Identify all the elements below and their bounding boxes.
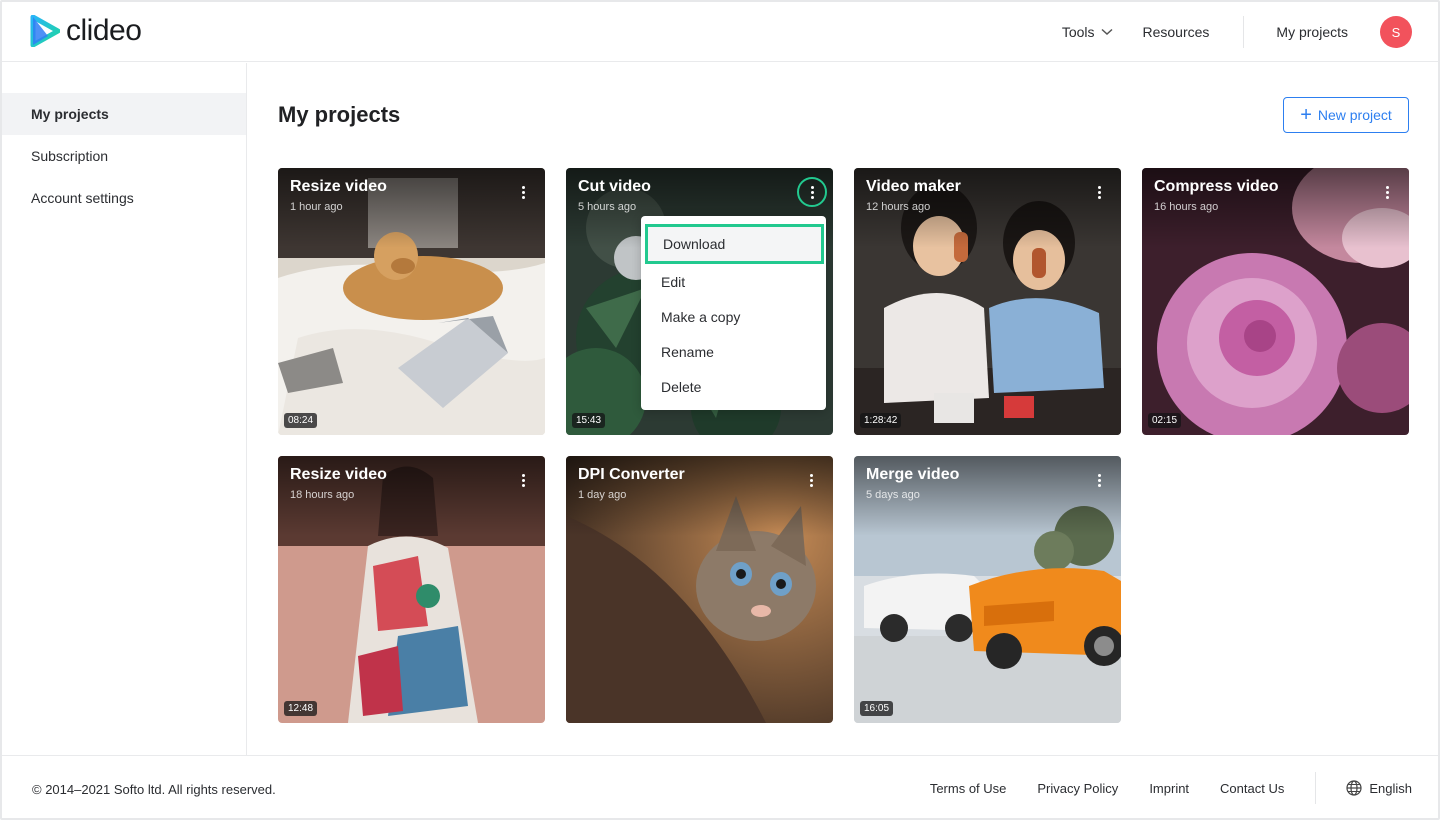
menu-item-delete[interactable]: Delete: [641, 369, 826, 404]
card-title: Video maker: [866, 178, 961, 195]
sidebar-item-account-settings[interactable]: Account settings: [2, 177, 246, 219]
project-card[interactable]: Video maker 12 hours ago 1:28:42: [854, 168, 1121, 435]
card-timestamp: 12 hours ago: [866, 201, 931, 213]
nav-resources[interactable]: Resources: [1143, 24, 1210, 40]
footer: © 2014–2021 Softo ltd. All rights reserv…: [2, 755, 1438, 818]
card-title: Cut video: [578, 178, 651, 195]
top-nav: Tools Resources My projects S: [1032, 14, 1412, 50]
sidebar: My projects Subscription Account setting…: [2, 63, 247, 755]
more-options-icon[interactable]: [1089, 470, 1109, 490]
page-title: My projects: [278, 102, 401, 127]
menu-item-edit[interactable]: Edit: [641, 264, 826, 299]
project-card[interactable]: Resize video 18 hours ago 12:48: [278, 456, 545, 723]
card-title: Resize video: [290, 178, 387, 195]
project-card[interactable]: Resize video 1 hour ago 08:24: [278, 168, 545, 435]
footer-link-privacy[interactable]: Privacy Policy: [1037, 781, 1118, 796]
footer-divider: [1315, 772, 1317, 804]
card-title: Merge video: [866, 466, 960, 483]
project-context-menu: Download Edit Make a copy Rename Delete: [641, 216, 826, 410]
user-avatar[interactable]: S: [1380, 16, 1412, 48]
more-options-icon[interactable]: [513, 470, 533, 490]
nav-divider: [1243, 16, 1245, 48]
duration-badge: 16:05: [860, 701, 894, 716]
card-title: DPI Converter: [578, 466, 685, 483]
footer-link-terms[interactable]: Terms of Use: [930, 781, 1007, 796]
footer-link-contact[interactable]: Contact Us: [1220, 781, 1284, 796]
project-card[interactable]: DPI Converter 1 day ago: [566, 456, 833, 723]
duration-badge: 12:48: [284, 701, 318, 716]
globe-icon: [1346, 780, 1362, 796]
more-options-icon[interactable]: [1377, 182, 1397, 202]
card-timestamp: 1 day ago: [578, 489, 627, 501]
card-timestamp: 5 hours ago: [578, 201, 637, 213]
sidebar-item-my-projects[interactable]: My projects: [2, 93, 246, 135]
footer-links: Terms of Use Privacy Policy Imprint Cont…: [899, 772, 1412, 804]
logo-text: clideo: [66, 14, 142, 47]
menu-item-make-a-copy[interactable]: Make a copy: [641, 299, 826, 334]
card-timestamp: 18 hours ago: [290, 489, 355, 501]
new-project-label: New project: [1317, 107, 1392, 123]
duration-badge: 08:24: [284, 413, 318, 428]
card-timestamp: 1 hour ago: [290, 201, 343, 213]
more-options-icon[interactable]: [513, 182, 533, 202]
top-header: clideo Tools Resources My projects S: [2, 2, 1438, 62]
footer-link-imprint[interactable]: Imprint: [1149, 781, 1189, 796]
card-timestamp: 16 hours ago: [1154, 201, 1219, 213]
clideo-play-logo-icon: [30, 15, 60, 47]
nav-my-projects[interactable]: My projects: [1276, 24, 1348, 40]
card-title: Compress video: [1154, 178, 1279, 195]
sidebar-item-subscription[interactable]: Subscription: [2, 135, 246, 177]
new-project-button[interactable]: + New project: [1283, 97, 1409, 133]
plus-icon: +: [1300, 104, 1312, 126]
menu-item-download[interactable]: Download: [645, 224, 824, 264]
card-title: Resize video: [290, 466, 387, 483]
language-label: English: [1369, 780, 1412, 796]
app-window: clideo Tools Resources My projects S My …: [0, 0, 1440, 820]
more-options-icon[interactable]: [1089, 182, 1109, 202]
menu-item-rename[interactable]: Rename: [641, 334, 826, 369]
chevron-down-icon: [1100, 28, 1113, 36]
project-card[interactable]: Merge video 5 days ago 16:05: [854, 456, 1121, 723]
duration-badge: 1:28:42: [860, 413, 902, 428]
duration-badge: 15:43: [572, 413, 606, 428]
nav-tools[interactable]: Tools: [1062, 24, 1113, 40]
project-card[interactable]: Compress video 16 hours ago 02:15: [1142, 168, 1409, 435]
language-selector[interactable]: English: [1346, 780, 1412, 796]
copyright-text: © 2014–2021 Softo ltd. All rights reserv…: [32, 782, 276, 797]
more-options-icon[interactable]: [797, 177, 827, 207]
more-options-icon[interactable]: [801, 470, 821, 490]
card-timestamp: 5 days ago: [866, 489, 920, 501]
duration-badge: 02:15: [1148, 413, 1182, 428]
nav-tools-label: Tools: [1061, 24, 1095, 40]
clideo-logo[interactable]: clideo: [30, 14, 142, 47]
